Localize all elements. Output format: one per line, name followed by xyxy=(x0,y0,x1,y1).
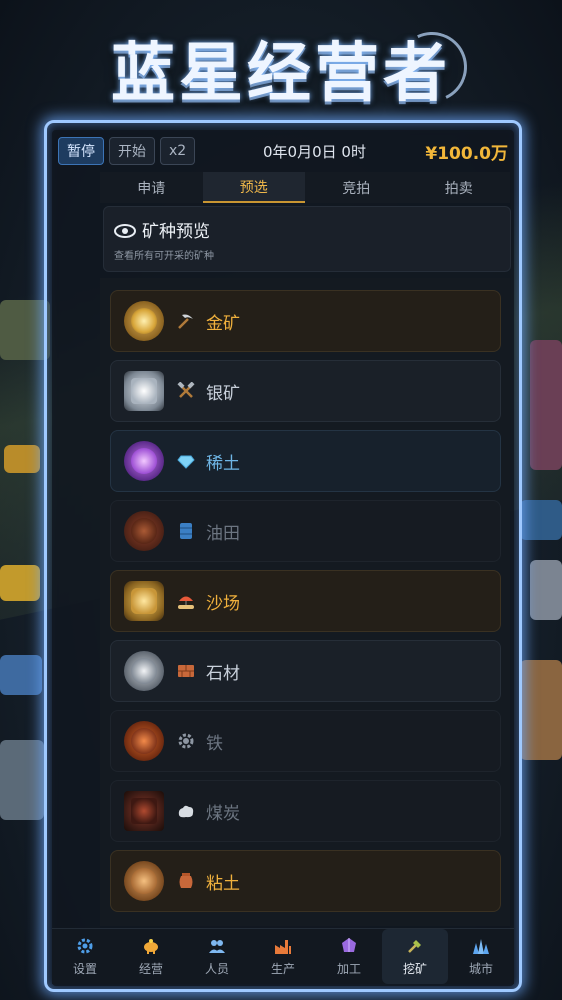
nav-label: 生产 xyxy=(270,961,295,976)
nav-staff[interactable]: 人员 xyxy=(184,929,250,984)
crystal-icon xyxy=(340,937,358,955)
bottom-navigation: 设置 经营 人员 生产 加工 挖矿 城市 xyxy=(52,928,514,984)
mineral-row-iron[interactable]: 铁 xyxy=(110,710,501,772)
coal-rock-icon xyxy=(176,801,196,821)
people-icon xyxy=(208,937,226,955)
mineral-name: 油田 xyxy=(206,523,240,544)
start-button[interactable]: 开始 xyxy=(109,137,155,165)
preview-heading: 矿种预览 xyxy=(114,217,210,242)
nav-label: 经营 xyxy=(138,961,163,976)
city-icon xyxy=(472,937,490,955)
nav-label: 人员 xyxy=(204,961,229,976)
mineral-name: 沙场 xyxy=(206,593,240,614)
mineral-name: 石材 xyxy=(206,663,240,684)
gem-icon xyxy=(176,451,196,471)
sand-badge-icon xyxy=(124,581,164,621)
nav-label: 设置 xyxy=(72,961,97,976)
preview-subtitle: 查看所有可开采的矿种 xyxy=(114,251,214,262)
preview-title: 矿种预览 xyxy=(142,222,210,242)
mineral-name: 金矿 xyxy=(206,313,240,334)
mineral-row-stone[interactable]: 石材 xyxy=(110,640,501,702)
oil-barrel-icon xyxy=(176,521,196,541)
nav-processing[interactable]: 加工 xyxy=(316,929,382,984)
tab-auction[interactable]: 拍卖 xyxy=(408,172,511,203)
mineral-row-clay[interactable]: 粘土 xyxy=(110,850,501,912)
clay-badge-icon xyxy=(124,861,164,901)
mining-tabs: 申请 预选 竞拍 拍卖 xyxy=(100,172,510,203)
mineral-name: 粘土 xyxy=(206,873,240,894)
pickaxe-icon xyxy=(176,311,196,331)
tab-bidding[interactable]: 竞拍 xyxy=(305,172,408,203)
nav-label: 城市 xyxy=(468,961,493,976)
hammer-pick-icon xyxy=(176,381,196,401)
tab-apply[interactable]: 申请 xyxy=(100,172,203,203)
shovel-icon xyxy=(406,937,424,955)
mineral-row-oil-field[interactable]: 油田 xyxy=(110,500,501,562)
speed-button[interactable]: x2 xyxy=(160,137,196,165)
mineral-name: 稀土 xyxy=(206,453,240,474)
nav-city[interactable]: 城市 xyxy=(448,929,514,984)
gear-icon xyxy=(76,937,94,955)
nav-business[interactable]: 经营 xyxy=(118,929,184,984)
silver-ore-badge-icon xyxy=(124,371,164,411)
nav-settings[interactable]: 设置 xyxy=(52,929,118,984)
mineral-row-gold[interactable]: 金矿 xyxy=(110,290,501,352)
tab-preselect[interactable]: 预选 xyxy=(202,172,305,203)
mineral-name: 银矿 xyxy=(206,383,240,404)
brick-icon xyxy=(176,661,196,681)
mineral-row-sand[interactable]: 沙场 xyxy=(110,570,501,632)
mineral-row-rare-earth[interactable]: 稀土 xyxy=(110,430,501,492)
sand-beach-icon xyxy=(176,591,196,611)
gold-ore-badge-icon xyxy=(124,301,164,341)
mineral-row-coal[interactable]: 煤炭 xyxy=(110,780,501,842)
nav-production[interactable]: 生产 xyxy=(250,929,316,984)
piggy-bank-icon xyxy=(142,937,160,955)
stone-badge-icon xyxy=(124,651,164,691)
nav-mining[interactable]: 挖矿 xyxy=(382,929,448,984)
mineral-preview-card: 矿种预览 查看所有可开采的矿种 xyxy=(103,206,511,272)
game-title-banner: 蓝星经营者 xyxy=(0,18,562,118)
eye-icon xyxy=(114,223,136,238)
pause-button[interactable]: 暂停 xyxy=(58,137,104,165)
nav-label: 挖矿 xyxy=(402,961,427,976)
mineral-row-silver[interactable]: 银矿 xyxy=(110,360,501,422)
mineral-name: 煤炭 xyxy=(206,803,240,824)
iron-badge-icon xyxy=(124,721,164,761)
factory-icon xyxy=(274,937,292,955)
game-date: 0年0月0日 0时 xyxy=(263,143,366,161)
coal-badge-icon xyxy=(124,791,164,831)
gear-icon xyxy=(176,731,196,751)
rare-earth-badge-icon xyxy=(124,441,164,481)
money-display: ¥100.0万 xyxy=(425,144,508,164)
oil-field-badge-icon xyxy=(124,511,164,551)
clay-pot-icon xyxy=(176,871,196,891)
mineral-name: 铁 xyxy=(206,733,223,754)
top-bar: 暂停 开始 x2 0年0月0日 0时 ¥100.0万 xyxy=(58,136,510,166)
nav-label: 加工 xyxy=(336,961,361,976)
